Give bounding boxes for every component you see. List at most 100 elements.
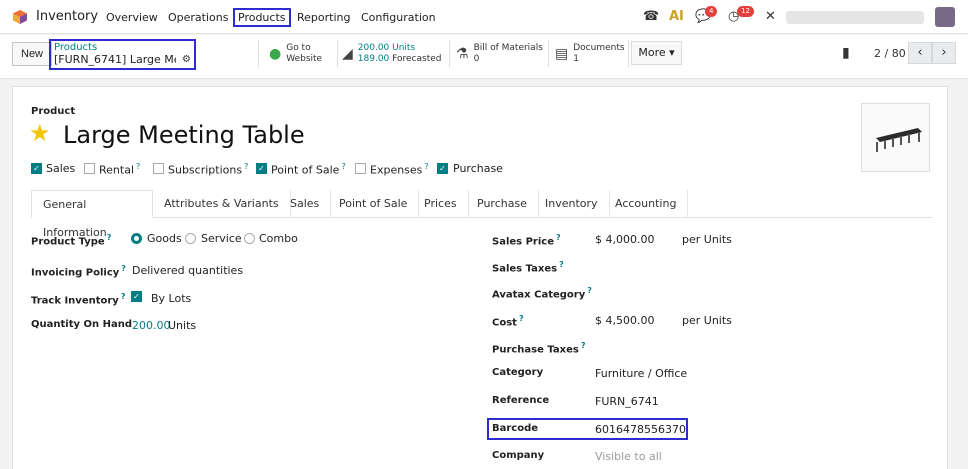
- help-icon[interactable]: ?: [107, 233, 112, 242]
- gear-icon[interactable]: ⚙: [182, 54, 191, 65]
- tab-attributes-variants[interactable]: Attributes & Variants: [153, 190, 291, 218]
- help-icon[interactable]: ?: [244, 162, 248, 171]
- reference-field[interactable]: FURN_6741: [595, 395, 659, 408]
- radio-combo-label: Combo: [259, 232, 298, 245]
- product-type-label: Product Type?: [31, 233, 111, 247]
- subscriptions-checkbox[interactable]: [153, 163, 164, 174]
- help-icon[interactable]: ?: [559, 260, 564, 269]
- avatax-category-label-text: Avatax Category: [492, 289, 586, 301]
- radio-goods[interactable]: [131, 233, 142, 244]
- company-field[interactable]: Visible to all: [595, 450, 662, 463]
- sales-checkbox-label: Sales: [46, 162, 76, 175]
- barcode-field[interactable]: 6016478556370: [595, 423, 686, 436]
- purchase-taxes-label: Purchase Taxes?: [492, 341, 586, 355]
- help-icon[interactable]: ?: [581, 341, 586, 350]
- help-icon[interactable]: ?: [136, 162, 140, 171]
- app-name[interactable]: Inventory: [36, 9, 98, 24]
- pager-previous-button[interactable]: ‹: [908, 42, 932, 64]
- sales-price-field[interactable]: $ 4,000.00: [595, 233, 654, 246]
- sales-taxes-label: Sales Taxes?: [492, 260, 564, 274]
- on-hand-units: 200.00 Units: [357, 42, 416, 53]
- phone-icon[interactable]: ☎: [643, 9, 659, 24]
- document-icon: ▤: [555, 45, 569, 62]
- point-of-sale-checkbox[interactable]: ✓: [256, 163, 267, 174]
- bookmark-icon[interactable]: ▮: [842, 45, 850, 61]
- documents-count: 1: [573, 53, 579, 64]
- documents-button[interactable]: ▤ Documents 1: [549, 40, 629, 67]
- menu-operations[interactable]: Operations: [168, 11, 228, 24]
- subscriptions-checkbox-label: Subscriptions?: [168, 162, 248, 177]
- cost-label-text: Cost: [492, 317, 517, 329]
- rental-checkbox-label: Rental?: [99, 162, 140, 177]
- product-image[interactable]: [861, 103, 930, 172]
- user-avatar[interactable]: [935, 7, 955, 27]
- new-button[interactable]: New: [12, 42, 53, 66]
- inventory-app-icon[interactable]: [12, 9, 28, 25]
- company-switcher[interactable]: [786, 11, 924, 24]
- forecast-button[interactable]: ◢ 200.00 Units 189.00 Forecasted: [338, 40, 450, 67]
- point-of-sale-label-text: Point of Sale: [271, 163, 340, 177]
- bom-count: 0: [473, 53, 480, 64]
- radio-service-label: Service: [201, 232, 242, 245]
- tab-purchase[interactable]: Purchase: [466, 190, 539, 218]
- tab-inventory[interactable]: Inventory: [534, 190, 610, 218]
- pager-next-button[interactable]: ›: [932, 42, 956, 64]
- cost-field[interactable]: $ 4,500.00: [595, 314, 654, 327]
- tab-point-of-sale[interactable]: Point of Sale: [328, 190, 420, 218]
- tab-general-information[interactable]: General Information: [31, 190, 153, 239]
- tools-icon[interactable]: ✕: [765, 9, 776, 24]
- ai-icon[interactable]: AI: [669, 9, 684, 24]
- website-line2: Website: [286, 53, 323, 64]
- invoicing-policy-label-text: Invoicing Policy: [31, 267, 120, 279]
- rental-checkbox[interactable]: [84, 163, 95, 174]
- favorite-star-icon[interactable]: ★: [29, 120, 51, 146]
- breadcrumb-products-link[interactable]: Products: [54, 42, 191, 53]
- pager-value[interactable]: 2 / 80: [874, 47, 906, 60]
- sales-checkbox[interactable]: ✓: [31, 163, 42, 174]
- qty-on-hand-unit: Units: [168, 319, 197, 332]
- radio-service[interactable]: [185, 233, 196, 244]
- expenses-checkbox[interactable]: [355, 163, 366, 174]
- menu-configuration[interactable]: Configuration: [361, 11, 436, 24]
- menu-reporting[interactable]: Reporting: [297, 11, 350, 24]
- avatax-category-label: Avatax Category?: [492, 286, 592, 300]
- bom-label: Bill of Materials: [473, 42, 543, 53]
- flask-icon: ⚗: [456, 45, 469, 62]
- tracking-field[interactable]: By Lots: [151, 292, 191, 305]
- sales-price-label-text: Sales Price: [492, 236, 554, 248]
- subscriptions-label-text: Subscriptions: [168, 163, 243, 177]
- tab-sales[interactable]: Sales: [279, 190, 332, 218]
- category-label: Category: [492, 367, 544, 378]
- category-field[interactable]: Furniture / Office: [595, 367, 687, 380]
- qty-on-hand-value[interactable]: 200.00: [132, 319, 171, 332]
- tab-accounting[interactable]: Accounting: [604, 190, 689, 218]
- track-inventory-checkbox[interactable]: ✓: [131, 291, 142, 302]
- invoicing-policy-label: Invoicing Policy?: [31, 264, 126, 278]
- forecast-label: Forecasted: [392, 53, 442, 64]
- help-icon[interactable]: ?: [519, 314, 524, 323]
- help-icon[interactable]: ?: [341, 162, 345, 171]
- website-line1: Go to: [286, 42, 311, 53]
- help-icon[interactable]: ?: [587, 286, 592, 295]
- invoicing-policy-field[interactable]: Delivered quantities: [132, 264, 243, 277]
- help-icon[interactable]: ?: [424, 162, 428, 171]
- menu-overview[interactable]: Overview: [106, 11, 158, 24]
- product-label: Product: [31, 106, 76, 117]
- go-to-website-button[interactable]: ● Go to Website: [258, 40, 338, 67]
- help-icon[interactable]: ?: [121, 292, 126, 301]
- more-dropdown[interactable]: More ▾: [631, 41, 682, 65]
- product-name-field[interactable]: Large Meeting Table: [63, 120, 305, 150]
- help-icon[interactable]: ?: [121, 264, 126, 273]
- purchase-checkbox[interactable]: ✓: [437, 163, 448, 174]
- bom-button[interactable]: ⚗ Bill of Materials 0: [450, 40, 549, 67]
- menu-products[interactable]: Products: [233, 8, 291, 27]
- help-icon[interactable]: ?: [556, 233, 561, 242]
- globe-icon: ●: [269, 45, 282, 62]
- purchase-checkbox-label: Purchase: [453, 162, 503, 175]
- messages-badge: 4: [705, 6, 718, 17]
- rental-label-text: Rental: [99, 163, 134, 177]
- expenses-checkbox-label: Expenses?: [370, 162, 429, 177]
- tab-prices[interactable]: Prices: [413, 190, 469, 218]
- radio-goods-label: Goods: [147, 232, 182, 245]
- radio-combo[interactable]: [244, 233, 255, 244]
